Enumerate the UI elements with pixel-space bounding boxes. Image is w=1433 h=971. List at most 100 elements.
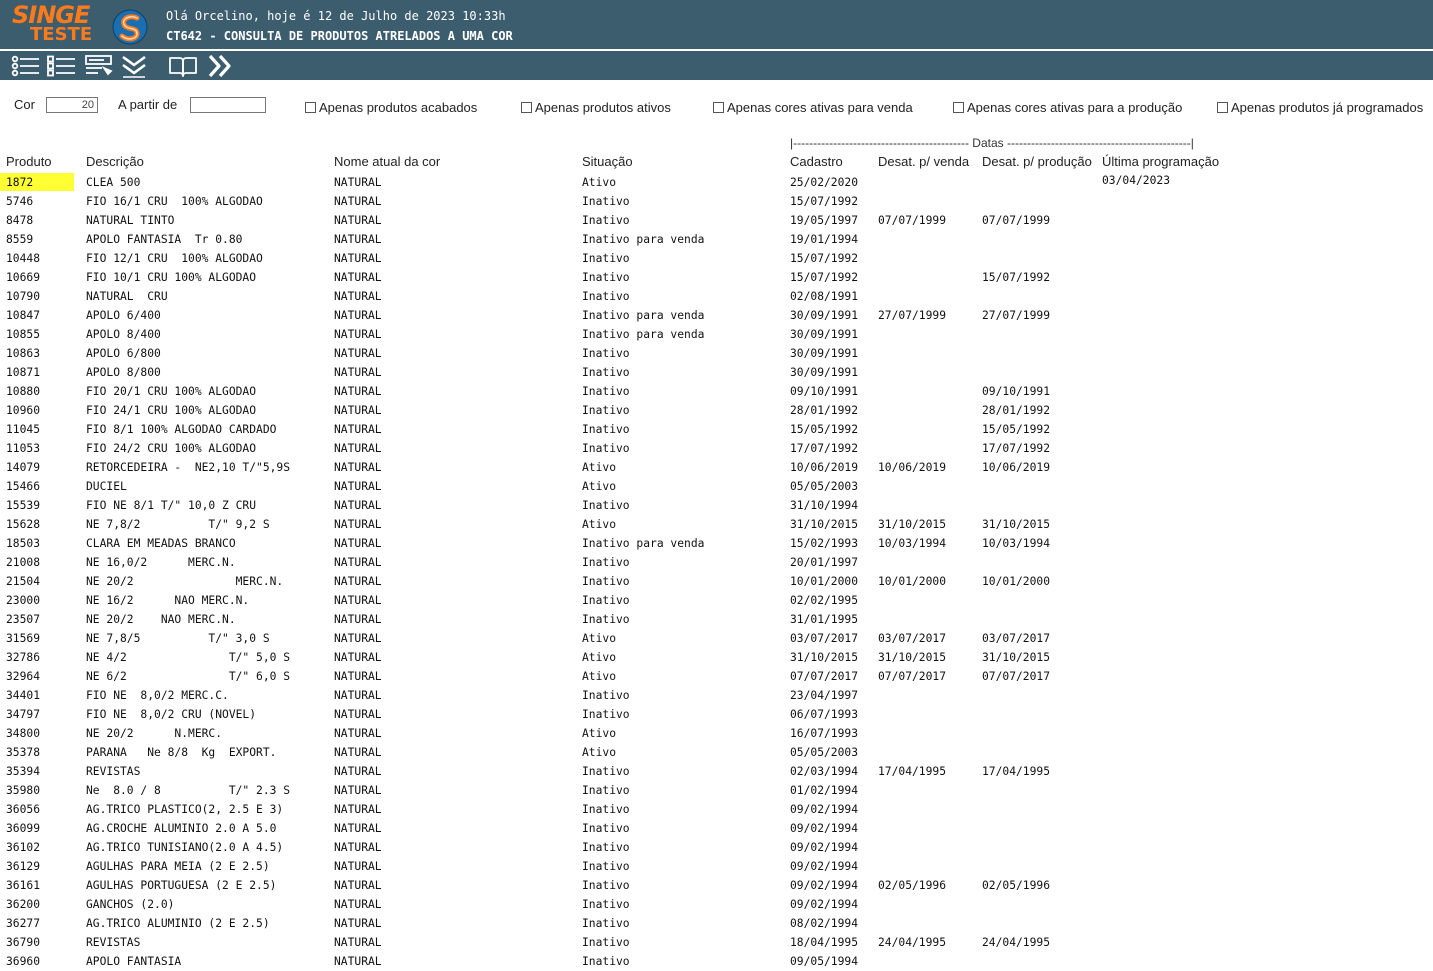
- cell-produto[interactable]: 8478: [6, 213, 33, 228]
- checkbox-cores-ativas-producao[interactable]: Apenas cores ativas para a produção: [953, 100, 1182, 115]
- table-row[interactable]: 32964 NE 6/2 T/" 6,0 S NATURAL Ativo 07/07/2…: [0, 667, 1433, 686]
- table-row[interactable]: 10847 APOLO 6/400 NATURAL Inativo para vend…: [0, 306, 1433, 325]
- table-row[interactable]: 36200 GANCHOS (2.0) NATURAL Inativo 09/02/19…: [0, 895, 1433, 914]
- table-row[interactable]: 15466 DUCIEL NATURAL Ativo 05/05/2003: [0, 477, 1433, 496]
- col-header-desat-producao[interactable]: Desat. p/ produção: [982, 154, 1092, 169]
- cell-produto[interactable]: 10847: [6, 308, 40, 323]
- table-row[interactable]: 10448 FIO 12/1 CRU 100% ALGODAO NATURAL Ina…: [0, 249, 1433, 268]
- cell-produto[interactable]: 8559: [6, 232, 33, 247]
- col-header-descricao[interactable]: Descrição: [86, 154, 144, 169]
- cor-input[interactable]: 20: [46, 97, 98, 113]
- table-row[interactable]: 21008 NE 16,0/2 MERC.N. NATURAL Inativo 20/0…: [0, 553, 1433, 572]
- cell-produto[interactable]: 34797: [6, 707, 40, 722]
- cell-produto[interactable]: 10669: [6, 270, 40, 285]
- table-row[interactable]: 23000 NE 16/2 NAO MERC.N. NATURAL Inativo 02…: [0, 591, 1433, 610]
- table-row[interactable]: 11045 FIO 8/1 100% ALGODAO CARDADO NATURAL…: [0, 420, 1433, 439]
- table-row[interactable]: 5746 FIO 16/1 CRU 100% ALGODAO NATURAL Inat…: [0, 192, 1433, 211]
- col-header-desat-venda[interactable]: Desat. p/ venda: [878, 154, 969, 169]
- cell-produto[interactable]: 10871: [6, 365, 40, 380]
- cell-produto[interactable]: 10855: [6, 327, 40, 342]
- cell-produto[interactable]: 15466: [6, 479, 40, 494]
- checkbox-box[interactable]: [953, 101, 964, 113]
- table-row[interactable]: 14079 RETORCEDEIRA - NE2,10 T/"5,9S NATURA…: [0, 458, 1433, 477]
- checkbox-produtos-ativos[interactable]: Apenas produtos ativos: [521, 100, 671, 115]
- double-down-icon[interactable]: [120, 53, 150, 79]
- table-row[interactable]: 15539 FIO NE 8/1 T/" 10,0 Z CRU NATURAL Ina…: [0, 496, 1433, 515]
- cell-produto[interactable]: 23507: [6, 612, 40, 627]
- cell-produto[interactable]: 23000: [6, 593, 40, 608]
- cell-produto[interactable]: 36277: [6, 916, 40, 931]
- table-row[interactable]: 1872 CLEA 500 NATURAL Ativo 25/02/2020 03/04/…: [0, 173, 1433, 192]
- cell-produto[interactable]: 10448: [6, 251, 40, 266]
- table-row[interactable]: 11053 FIO 24/2 CRU 100% ALGODAO NATURAL Ina…: [0, 439, 1433, 458]
- cell-produto[interactable]: 15539: [6, 498, 40, 513]
- cell-produto[interactable]: 15628: [6, 517, 40, 532]
- table-row[interactable]: 36056 AG.TRICO PLASTICO(2, 2.5 E 3) NATURA…: [0, 800, 1433, 819]
- table-row[interactable]: 10871 APOLO 8/800 NATURAL Inativo 30/09/1991: [0, 363, 1433, 382]
- cell-produto[interactable]: 35394: [6, 764, 40, 779]
- checkbox-box[interactable]: [713, 101, 724, 113]
- cell-produto[interactable]: 36099: [6, 821, 40, 836]
- checklist-icon[interactable]: [46, 53, 76, 79]
- checkbox-box[interactable]: [521, 101, 532, 113]
- table-row[interactable]: 10790 NATURAL CRU NATURAL Inativo 02/08/1991: [0, 287, 1433, 306]
- list-icon[interactable]: [10, 53, 40, 79]
- cell-produto[interactable]: 32786: [6, 650, 40, 665]
- table-row[interactable]: 34401 FIO NE 8,0/2 MERC.C. NATURAL Inativo 2…: [0, 686, 1433, 705]
- cell-produto[interactable]: 1872: [6, 175, 33, 190]
- table-row[interactable]: 36129 AGULHAS PARA MEIA (2 E 2.5) NATURAL I…: [0, 857, 1433, 876]
- apartir-input[interactable]: [190, 97, 266, 113]
- cell-produto[interactable]: 11045: [6, 422, 40, 437]
- cell-produto[interactable]: 36960: [6, 954, 40, 969]
- checkbox-box[interactable]: [1217, 101, 1228, 113]
- table-row[interactable]: 18503 CLARA EM MEADAS BRANCO NATURAL Inativ…: [0, 534, 1433, 553]
- cell-produto[interactable]: 21008: [6, 555, 40, 570]
- table-row[interactable]: 35394 REVISTAS NATURAL Inativo 02/03/1994 17/…: [0, 762, 1433, 781]
- checkbox-ja-programados[interactable]: Apenas produtos já programados: [1217, 100, 1423, 115]
- cell-produto[interactable]: 34800: [6, 726, 40, 741]
- col-header-produto[interactable]: Produto: [6, 154, 52, 169]
- cell-produto[interactable]: 10863: [6, 346, 40, 361]
- table-row[interactable]: 15628 NE 7,8/2 T/" 9,2 S NATURAL Ativo 31/10…: [0, 515, 1433, 534]
- table-row[interactable]: 35378 PARANA Ne 8/8 Kg EXPORT. NATURAL Ativ…: [0, 743, 1433, 762]
- table-row[interactable]: 35980 Ne 8.0 / 8 T/" 2.3 S NATURAL Inativo 0…: [0, 781, 1433, 800]
- cell-produto[interactable]: 10960: [6, 403, 40, 418]
- cell-produto[interactable]: 10790: [6, 289, 40, 304]
- cell-produto[interactable]: 14079: [6, 460, 40, 475]
- table-row[interactable]: 36099 AG.CROCHE ALUMINIO 2.0 A 5.0 NATURAL…: [0, 819, 1433, 838]
- table-row[interactable]: 36102 AG.TRICO TUNISIANO(2.0 A 4.5) NATURA…: [0, 838, 1433, 857]
- col-header-nome-cor[interactable]: Nome atual da cor: [334, 154, 440, 169]
- col-header-situacao[interactable]: Situação: [582, 154, 633, 169]
- cell-produto[interactable]: 18503: [6, 536, 40, 551]
- table-row[interactable]: 34800 NE 20/2 N.MERC. NATURAL Ativo 16/07/19…: [0, 724, 1433, 743]
- table-row[interactable]: 21504 NE 20/2 MERC.N. NATURAL Inativo 10/01/…: [0, 572, 1433, 591]
- cell-produto[interactable]: 35378: [6, 745, 40, 760]
- table-row[interactable]: 8559 APOLO FANTASIA Tr 0.80 NATURAL Inativo…: [0, 230, 1433, 249]
- cell-produto[interactable]: 36129: [6, 859, 40, 874]
- cell-produto[interactable]: 36102: [6, 840, 40, 855]
- checkbox-produtos-acabados[interactable]: Apenas produtos acabados: [305, 100, 477, 115]
- col-header-cadastro[interactable]: Cadastro: [790, 154, 843, 169]
- cell-produto[interactable]: 31569: [6, 631, 40, 646]
- cell-produto[interactable]: 21504: [6, 574, 40, 589]
- cell-produto[interactable]: 36790: [6, 935, 40, 950]
- table-row[interactable]: 10960 FIO 24/1 CRU 100% ALGODAO NATURAL Ina…: [0, 401, 1433, 420]
- checkbox-box[interactable]: [305, 101, 316, 113]
- table-row[interactable]: 10855 APOLO 8/400 NATURAL Inativo para vend…: [0, 325, 1433, 344]
- table-row[interactable]: 36790 REVISTAS NATURAL Inativo 18/04/1995 24/…: [0, 933, 1433, 952]
- table-row[interactable]: 10669 FIO 10/1 CRU 100% ALGODAO NATURAL Ina…: [0, 268, 1433, 287]
- table-row[interactable]: 31569 NE 7,8/5 T/" 3,0 S NATURAL Ativo 03/07…: [0, 629, 1433, 648]
- col-header-ultima-programacao[interactable]: Última programação: [1102, 154, 1219, 169]
- table-row[interactable]: 10880 FIO 20/1 CRU 100% ALGODAO NATURAL Ina…: [0, 382, 1433, 401]
- checkbox-cores-ativas-venda[interactable]: Apenas cores ativas para venda: [713, 100, 913, 115]
- cell-produto[interactable]: 10880: [6, 384, 40, 399]
- cell-produto[interactable]: 36200: [6, 897, 40, 912]
- table-row[interactable]: 36960 APOLO FANTASIA NATURAL Inativo 09/05/1…: [0, 952, 1433, 971]
- cell-produto[interactable]: 36161: [6, 878, 40, 893]
- table-row[interactable]: 36277 AG.TRICO ALUMINIO (2 E 2.5) NATURAL I…: [0, 914, 1433, 933]
- cell-produto[interactable]: 11053: [6, 441, 40, 456]
- cell-produto[interactable]: 5746: [6, 194, 33, 209]
- table-row[interactable]: 34797 FIO NE 8,0/2 CRU (NOVEL) NATURAL Inat…: [0, 705, 1433, 724]
- table-row[interactable]: 32786 NE 4/2 T/" 5,0 S NATURAL Ativo 31/10/2…: [0, 648, 1433, 667]
- table-row[interactable]: 36161 AGULHAS PORTUGUESA (2 E 2.5) NATURAL…: [0, 876, 1433, 895]
